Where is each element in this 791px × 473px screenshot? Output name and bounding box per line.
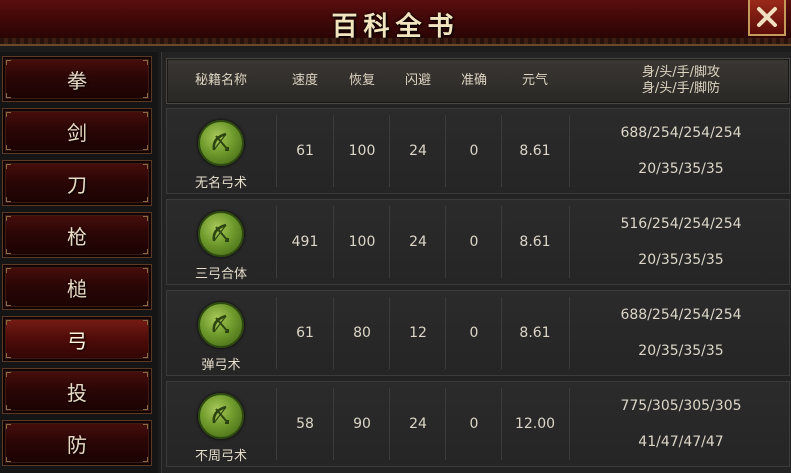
- book-cell: 不周弓术: [167, 382, 275, 466]
- sidebar-item-defense[interactable]: 防: [2, 420, 152, 466]
- header-attack-label: 身/头/手/脚攻: [641, 65, 721, 80]
- header-accuracy: 准确: [460, 73, 487, 88]
- defense-values: 41/47/47/47: [638, 434, 724, 450]
- attack-values: 688/254/254/254: [620, 307, 742, 323]
- header-name: 秘籍名称: [194, 73, 247, 88]
- bow-book-icon[interactable]: [198, 393, 244, 439]
- sidebar-item-hammer[interactable]: 槌: [2, 264, 152, 310]
- window-title: 百科全书: [331, 12, 460, 42]
- sidebar-item-fist[interactable]: 拳: [2, 56, 152, 102]
- encyclopedia-table: 秘籍名称 速度 恢复 闪避 准确 元气 身/头/手/脚攻 身/头/手/脚防 无名…: [161, 52, 791, 473]
- book-name: 弹弓术: [201, 358, 241, 373]
- attack-values: 688/254/254/254: [620, 125, 742, 141]
- bow-book-icon[interactable]: [198, 302, 244, 348]
- attribute-cell: 516/254/254/254 20/35/35/35: [571, 200, 791, 284]
- book-name: 不周弓术: [194, 449, 247, 464]
- sidebar-item-throw[interactable]: 投: [2, 368, 152, 414]
- bow-icon: [212, 314, 229, 333]
- accuracy-value: 0: [469, 234, 479, 250]
- qi-value: 8.61: [519, 325, 551, 341]
- defense-values: 20/35/35/35: [638, 161, 724, 177]
- dodge-value: 12: [409, 325, 427, 341]
- book-cell: 无名弓术: [167, 109, 275, 193]
- table-row[interactable]: 三弓合体 491 100 24 0 8.61 516/254/254/254 2…: [166, 199, 790, 285]
- recover-value: 90: [353, 416, 371, 432]
- bow-icon: [212, 132, 229, 151]
- sidebar-item-label: 弓: [67, 328, 87, 353]
- sidebar-item-label: 槌: [67, 276, 87, 301]
- recover-value: 80: [353, 325, 371, 341]
- header-defense-label: 身/头/手/脚防: [641, 81, 721, 96]
- speed-value: 61: [296, 325, 314, 341]
- book-name: 三弓合体: [194, 267, 247, 282]
- header-recover: 恢复: [348, 73, 375, 88]
- table-header: 秘籍名称 速度 恢复 闪避 准确 元气 身/头/手/脚攻 身/头/手/脚防: [166, 58, 790, 104]
- header-dodge: 闪避: [404, 73, 431, 88]
- category-sidebar: 拳 剑 刀 枪 槌 弓 投 防: [0, 52, 158, 473]
- table-row[interactable]: 无名弓术 61 100 24 0 8.61 688/254/254/254 20…: [166, 108, 790, 194]
- bow-icon: [212, 223, 229, 242]
- title-bar: 百科全书: [0, 0, 791, 46]
- qi-value: 8.61: [519, 234, 551, 250]
- attack-values: 516/254/254/254: [620, 216, 742, 232]
- accuracy-value: 0: [469, 416, 479, 432]
- book-cell: 三弓合体: [167, 200, 275, 284]
- attribute-cell: 688/254/254/254 20/35/35/35: [571, 109, 791, 193]
- book-cell: 弹弓术: [167, 291, 275, 375]
- table-row[interactable]: 弹弓术 61 80 12 0 8.61 688/254/254/254 20/3…: [166, 290, 790, 376]
- recover-value: 100: [348, 234, 376, 250]
- bow-book-icon[interactable]: [198, 120, 244, 166]
- dodge-value: 24: [409, 143, 427, 159]
- sidebar-item-label: 防: [67, 432, 87, 457]
- sidebar-item-label: 剑: [67, 120, 87, 145]
- close-x-icon: [757, 7, 777, 27]
- sidebar-item-spear[interactable]: 枪: [2, 212, 152, 258]
- attribute-cell: 688/254/254/254 20/35/35/35: [571, 291, 791, 375]
- sidebar-item-label: 枪: [67, 224, 87, 249]
- book-name: 无名弓术: [194, 176, 247, 191]
- speed-value: 61: [296, 143, 314, 159]
- recover-value: 100: [348, 143, 376, 159]
- dodge-value: 24: [409, 234, 427, 250]
- header-attributes: 身/头/手/脚攻 身/头/手/脚防: [571, 59, 791, 103]
- close-button[interactable]: [748, 0, 786, 36]
- header-qi: 元气: [521, 73, 548, 88]
- attack-values: 775/305/305/305: [620, 398, 742, 414]
- sidebar-item-label: 刀: [67, 172, 87, 197]
- qi-value: 12.00: [514, 416, 556, 432]
- qi-value: 8.61: [519, 143, 551, 159]
- attribute-cell: 775/305/305/305 41/47/47/47: [571, 382, 791, 466]
- sidebar-item-blade[interactable]: 刀: [2, 160, 152, 206]
- sidebar-item-sword[interactable]: 剑: [2, 108, 152, 154]
- bow-icon: [212, 405, 229, 424]
- defense-values: 20/35/35/35: [638, 343, 724, 359]
- defense-values: 20/35/35/35: [638, 252, 724, 268]
- accuracy-value: 0: [469, 325, 479, 341]
- speed-value: 491: [291, 234, 319, 250]
- dodge-value: 24: [409, 416, 427, 432]
- bow-book-icon[interactable]: [198, 211, 244, 257]
- sidebar-item-label: 投: [67, 380, 87, 405]
- sidebar-item-label: 拳: [67, 68, 87, 93]
- table-row[interactable]: 不周弓术 58 90 24 0 12.00 775/305/305/305 41…: [166, 381, 790, 467]
- speed-value: 58: [296, 416, 314, 432]
- sidebar-item-bow[interactable]: 弓: [2, 316, 152, 362]
- header-speed: 速度: [291, 73, 318, 88]
- accuracy-value: 0: [469, 143, 479, 159]
